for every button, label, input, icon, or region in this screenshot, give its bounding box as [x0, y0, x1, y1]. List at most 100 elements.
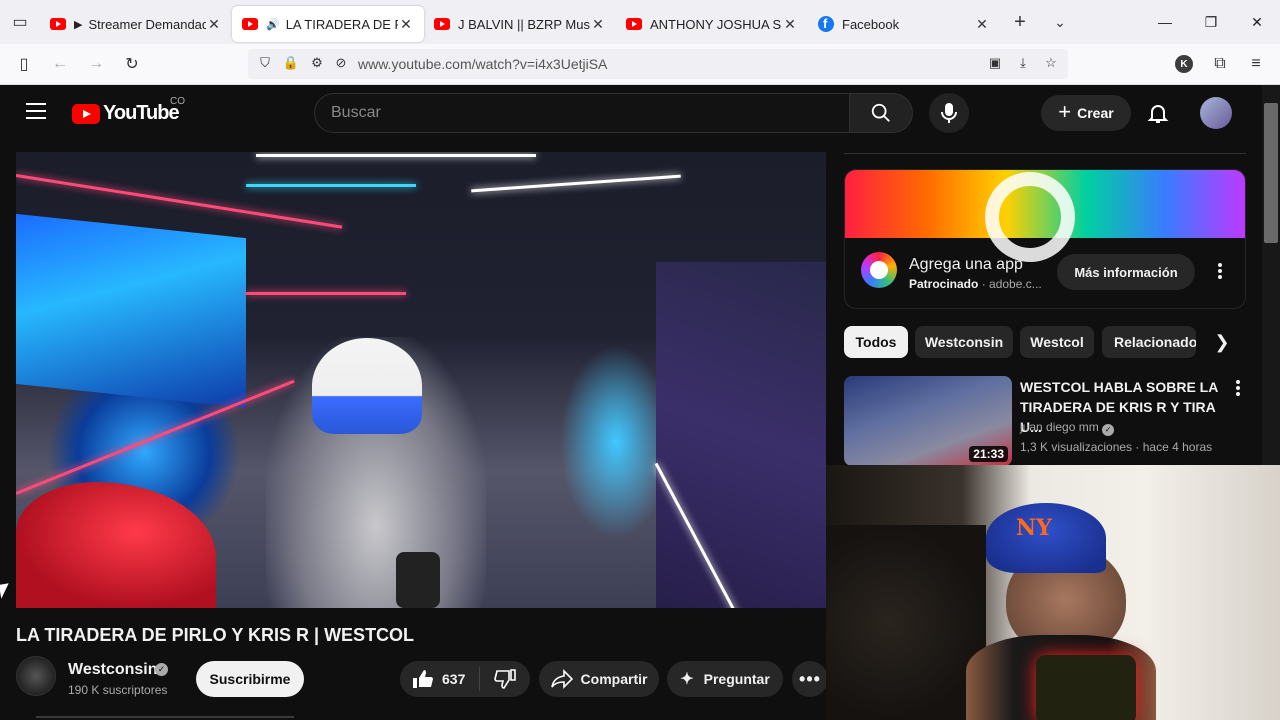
- user-avatar[interactable]: [1200, 97, 1232, 129]
- sidebar-toggle-icon[interactable]: ▯: [10, 50, 38, 78]
- thumbs-up-icon: [413, 670, 433, 688]
- plus-icon: +: [1058, 99, 1072, 124]
- ad-banner-image[interactable]: [845, 170, 1245, 262]
- back-button[interactable]: ←: [46, 50, 74, 78]
- video-frame-display: [656, 262, 826, 608]
- recommended-meta: 1,3 K visualizaciones · hace 4 horas: [1020, 440, 1213, 454]
- youtube-icon: [626, 18, 642, 30]
- video-duration: 21:33: [969, 446, 1008, 462]
- scrollbar-thumb[interactable]: [1264, 103, 1278, 243]
- ad-sponsor-line: Patrocinado · adobe.c...: [909, 277, 1042, 291]
- channel-name[interactable]: Westconsin: [68, 661, 158, 679]
- speaker-icon[interactable]: 🔊: [266, 18, 280, 31]
- lock-icon[interactable]: 🔒: [282, 55, 300, 73]
- webcam-background-plant: [826, 525, 986, 720]
- video-frame-neon: [246, 292, 406, 295]
- browser-tab[interactable]: Facebook ✕: [808, 6, 1000, 42]
- share-button[interactable]: Compartir: [539, 661, 659, 697]
- verified-badge-icon: ✓: [155, 663, 168, 676]
- address-bar[interactable]: ⛉ 🔒 ⚙ ⊘ www.youtube.com/watch?v=i4x3Uetj…: [248, 49, 1068, 79]
- logo-text: YouTube: [103, 102, 180, 124]
- chip-todos[interactable]: Todos: [844, 326, 908, 358]
- recommended-thumbnail[interactable]: 21:33: [844, 376, 1012, 466]
- like-dislike-group: 637: [400, 661, 530, 697]
- browser-tab[interactable]: J BALVIN || BZRP Music Se ✕: [424, 6, 616, 42]
- bookmark-star-icon[interactable]: ☆: [1042, 55, 1060, 73]
- upload-age: hace 4 horas: [1142, 440, 1213, 454]
- video-frame-neon: [471, 174, 681, 193]
- ad-domain: · adobe.c...: [981, 277, 1042, 291]
- chip-westcol[interactable]: Westcol: [1020, 326, 1094, 358]
- save-to-pocket-icon[interactable]: ⤓: [1014, 55, 1032, 73]
- hamburger-menu-icon[interactable]: ≡: [1242, 50, 1270, 78]
- sponsored-label: Patrocinado: [909, 277, 979, 291]
- guide-menu-icon[interactable]: [26, 103, 46, 119]
- chevron-right-icon[interactable]: ❯: [1208, 328, 1236, 356]
- extensions-icon[interactable]: ⧉: [1206, 50, 1234, 78]
- notifications-bell-icon[interactable]: [1146, 101, 1170, 125]
- ad-title[interactable]: Agrega una app: [909, 256, 1023, 274]
- tab-title: ANTHONY JOSHUA SUFRE: [650, 16, 782, 32]
- create-label: Crear: [1077, 105, 1114, 121]
- video-player[interactable]: [16, 152, 826, 608]
- like-button[interactable]: 637: [400, 667, 480, 691]
- reader-view-icon[interactable]: ▣: [986, 55, 1004, 73]
- tab-list-icon[interactable]: ▭: [0, 0, 40, 44]
- webcam-overlay: NY: [826, 465, 1280, 720]
- close-icon[interactable]: ✕: [590, 16, 606, 33]
- search-button[interactable]: [849, 93, 913, 133]
- chip-relacionado[interactable]: Relacionado: [1102, 326, 1196, 358]
- search-input[interactable]: [315, 94, 849, 132]
- video-frame-mic: [396, 552, 440, 608]
- dislike-button[interactable]: [480, 669, 530, 689]
- recommended-channel-name: juan diego mm: [1020, 420, 1099, 434]
- webcam-person-cap: NY: [986, 503, 1106, 573]
- close-icon[interactable]: ✕: [206, 16, 222, 33]
- more-vertical-icon[interactable]: [1208, 259, 1232, 283]
- play-icon: ▶: [74, 18, 83, 31]
- close-icon[interactable]: ✕: [974, 16, 990, 33]
- more-vertical-icon[interactable]: [1226, 376, 1250, 400]
- verified-badge-icon: ✓: [1102, 424, 1115, 436]
- browser-tab[interactable]: ANTHONY JOSHUA SUFRE ✕: [616, 6, 808, 42]
- permissions-icon[interactable]: ⚙: [308, 55, 326, 73]
- close-icon[interactable]: ✕: [398, 16, 414, 33]
- reload-button[interactable]: ↻: [118, 50, 146, 78]
- url-text[interactable]: www.youtube.com/watch?v=i4x3UetjiSA: [358, 56, 607, 72]
- country-code: CO: [170, 96, 185, 107]
- chip-westconsin[interactable]: Westconsin: [915, 326, 1013, 358]
- chevron-down-icon[interactable]: ⌄: [1040, 14, 1080, 31]
- video-frame-cap: [312, 338, 422, 434]
- channel-avatar[interactable]: [16, 656, 56, 696]
- voice-search-button[interactable]: [929, 93, 969, 133]
- more-actions-button[interactable]: •••: [792, 661, 828, 697]
- tab-title: LA TIRADERA DE PIRLO: [285, 16, 398, 32]
- like-count: 637: [442, 671, 466, 687]
- divider: [844, 153, 1246, 154]
- account-avatar[interactable]: K: [1175, 55, 1193, 73]
- sparkle-icon: ✦: [680, 671, 694, 688]
- browser-tab-active[interactable]: 🔊 LA TIRADERA DE PIRLO ✕: [232, 6, 424, 42]
- create-button[interactable]: + Crear: [1041, 95, 1131, 131]
- ad-card[interactable]: Agrega una app Patrocinado · adobe.c... …: [844, 169, 1246, 309]
- ad-cta-button[interactable]: Más información: [1057, 254, 1195, 290]
- webcam-microphone: [1036, 655, 1136, 720]
- browser-tab[interactable]: ▶ Streamer Demandado ✕: [40, 6, 232, 42]
- youtube-icon: [50, 18, 66, 30]
- restore-button[interactable]: ❐: [1188, 0, 1234, 44]
- shield-icon[interactable]: ⛉: [256, 55, 274, 73]
- minimize-button[interactable]: —: [1142, 0, 1188, 44]
- autoplay-blocked-icon[interactable]: ⊘: [332, 55, 350, 73]
- ask-button[interactable]: ✦ Preguntar: [667, 661, 783, 697]
- close-icon[interactable]: ✕: [782, 16, 798, 33]
- forward-button[interactable]: →: [82, 50, 110, 78]
- adobe-cc-logo-icon[interactable]: [861, 252, 897, 288]
- new-tab-button[interactable]: +: [1000, 11, 1040, 34]
- video-title: LA TIRADERA DE PIRLO Y KRIS R | WESTCOL: [16, 625, 415, 645]
- subscribe-button[interactable]: Suscribirme: [196, 661, 304, 697]
- window-close-button[interactable]: ✕: [1234, 0, 1280, 44]
- recommended-channel[interactable]: juan diego mm ✓: [1020, 420, 1115, 436]
- youtube-logo[interactable]: YouTube CO: [72, 96, 185, 125]
- tab-title: J BALVIN || BZRP Music Se: [458, 16, 590, 32]
- share-label: Compartir: [580, 671, 648, 687]
